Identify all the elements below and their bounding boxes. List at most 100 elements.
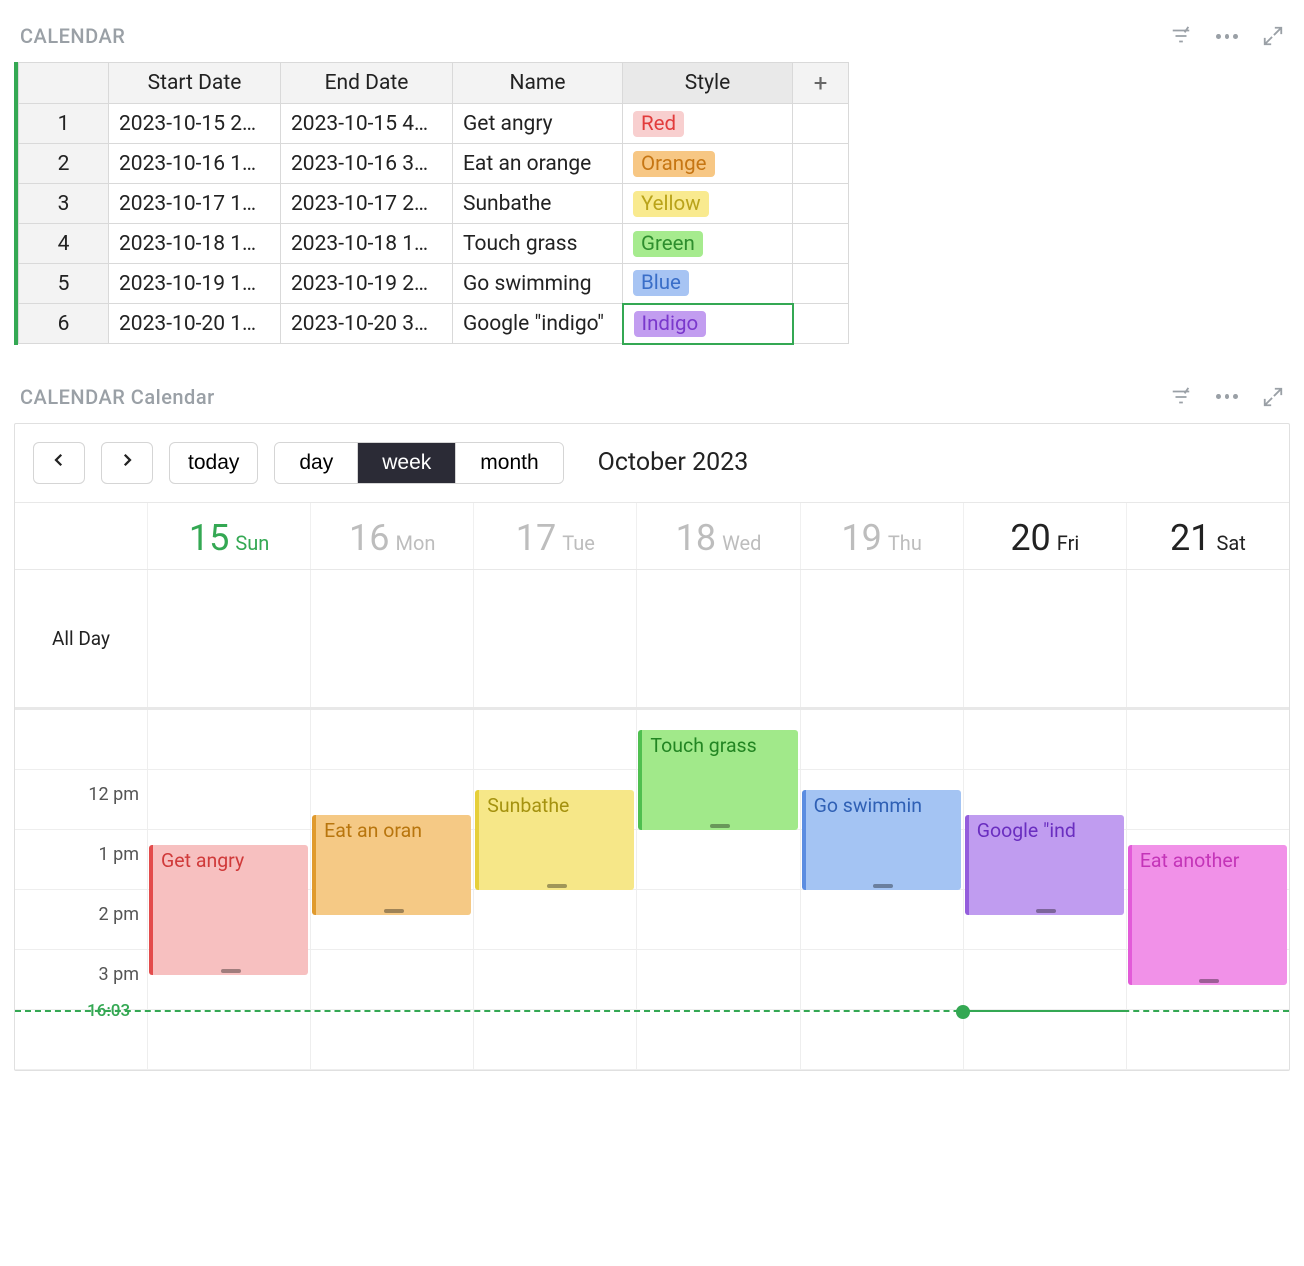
day-header[interactable]: 18Wed <box>636 503 799 569</box>
day-header[interactable]: 17Tue <box>473 503 636 569</box>
day-number: 17 <box>516 517 556 559</box>
cell-start[interactable]: 2023-10-16 1… <box>109 144 281 184</box>
day-column[interactable]: Go swimmin <box>800 710 963 1070</box>
cell-end[interactable]: 2023-10-18 1… <box>281 224 453 264</box>
table-row[interactable]: 52023-10-19 1…2023-10-19 2…Go swimmingBl… <box>19 264 849 304</box>
col-header-start[interactable]: Start Date <box>109 63 281 104</box>
time-grid[interactable]: 12 pm1 pm2 pm3 pmGet angryEat an oranSun… <box>15 710 1289 1070</box>
day-column[interactable]: Google "ind <box>963 710 1126 1070</box>
filter-icon[interactable] <box>1170 386 1192 408</box>
style-tag: Red <box>633 111 684 137</box>
resize-handle-icon[interactable] <box>1132 979 1287 983</box>
calendar-event[interactable]: Touch grass <box>638 730 797 830</box>
table-row[interactable]: 12023-10-15 2…2023-10-15 4…Get angry Red <box>19 104 849 144</box>
style-tag: Blue <box>633 270 689 296</box>
data-table[interactable]: Start Date End Date Name Style + 12023-1… <box>18 62 849 345</box>
day-column[interactable]: Get angry <box>147 710 310 1070</box>
cell-start[interactable]: 2023-10-18 1… <box>109 224 281 264</box>
col-header-style[interactable]: Style <box>623 63 793 104</box>
cell-style[interactable]: Yellow <box>623 184 793 224</box>
cell-start[interactable]: 2023-10-15 2… <box>109 104 281 144</box>
row-number: 3 <box>19 184 109 224</box>
day-column[interactable]: Touch grass <box>636 710 799 1070</box>
table-row[interactable]: 62023-10-20 1…2023-10-20 3…Google "indig… <box>19 304 849 344</box>
all-day-cell[interactable] <box>147 570 310 707</box>
view-day[interactable]: day <box>275 443 358 483</box>
cell-name[interactable]: Get angry <box>453 104 623 144</box>
current-time-line-solid <box>963 1010 1126 1012</box>
cell-start[interactable]: 2023-10-20 1… <box>109 304 281 344</box>
day-number: 16 <box>349 517 389 559</box>
cell-style[interactable]: Indigo <box>623 304 793 344</box>
cell-end[interactable]: 2023-10-20 3… <box>281 304 453 344</box>
all-day-cell[interactable] <box>800 570 963 707</box>
expand-icon[interactable] <box>1262 386 1284 408</box>
col-header-end[interactable]: End Date <box>281 63 453 104</box>
calendar-event[interactable]: Sunbathe <box>475 790 634 890</box>
view-month[interactable]: month <box>456 443 562 483</box>
cell-style[interactable]: Blue <box>623 264 793 304</box>
all-day-cell[interactable] <box>473 570 636 707</box>
cell-name[interactable]: Eat an orange <box>453 144 623 184</box>
cell-name[interactable]: Google "indigo" <box>453 304 623 344</box>
resize-handle-icon[interactable] <box>806 884 961 888</box>
calendar-event[interactable]: Google "ind <box>965 815 1124 915</box>
calendar-event[interactable]: Eat an oran <box>312 815 471 915</box>
cell-name[interactable]: Sunbathe <box>453 184 623 224</box>
table-row[interactable]: 42023-10-18 1…2023-10-18 1…Touch grassGr… <box>19 224 849 264</box>
all-day-cell[interactable] <box>636 570 799 707</box>
more-icon[interactable] <box>1216 386 1238 408</box>
event-title: Get angry <box>161 849 244 872</box>
expand-icon[interactable] <box>1262 25 1284 47</box>
calendar-widget-title: CALENDAR Calendar <box>20 385 1170 409</box>
cell-end[interactable]: 2023-10-19 2… <box>281 264 453 304</box>
day-header[interactable]: 15Sun <box>147 503 310 569</box>
cell-end[interactable]: 2023-10-15 4… <box>281 104 453 144</box>
add-column-button[interactable]: + <box>793 63 849 104</box>
event-title: Google "ind <box>977 819 1076 842</box>
day-header[interactable]: 21Sat <box>1126 503 1289 569</box>
resize-handle-icon[interactable] <box>316 909 471 913</box>
cell-style[interactable]: Red <box>623 104 793 144</box>
cell-end[interactable]: 2023-10-16 3… <box>281 144 453 184</box>
day-header[interactable]: 20Fri <box>963 503 1126 569</box>
resize-handle-icon[interactable] <box>642 824 797 828</box>
resize-handle-icon[interactable] <box>479 884 634 888</box>
view-week[interactable]: week <box>358 443 456 483</box>
day-header[interactable]: 19Thu <box>800 503 963 569</box>
col-header-name[interactable]: Name <box>453 63 623 104</box>
cell-start[interactable]: 2023-10-19 1… <box>109 264 281 304</box>
calendar-event[interactable]: Go swimmin <box>802 790 961 890</box>
today-button[interactable]: today <box>169 442 258 484</box>
calendar-container: today day week month October 2023 15Sun1… <box>14 423 1290 1071</box>
table-row[interactable]: 22023-10-16 1…2023-10-16 3…Eat an orange… <box>19 144 849 184</box>
all-day-cell[interactable] <box>963 570 1126 707</box>
day-header[interactable]: 16Mon <box>310 503 473 569</box>
cell-style[interactable]: Green <box>623 224 793 264</box>
next-button[interactable] <box>101 442 153 484</box>
day-label: Fri <box>1057 531 1079 555</box>
all-day-cell[interactable] <box>1126 570 1289 707</box>
more-icon[interactable] <box>1216 25 1238 47</box>
cell-name[interactable]: Touch grass <box>453 224 623 264</box>
cell-name[interactable]: Go swimming <box>453 264 623 304</box>
prev-button[interactable] <box>33 442 85 484</box>
cell-start[interactable]: 2023-10-17 1… <box>109 184 281 224</box>
filter-icon[interactable] <box>1170 25 1192 47</box>
table-row[interactable]: 32023-10-17 1…2023-10-17 2…Sunbathe Yello… <box>19 184 849 224</box>
day-column[interactable]: Sunbathe <box>473 710 636 1070</box>
resize-handle-icon[interactable] <box>969 909 1124 913</box>
day-header-row: 15Sun16Mon17Tue18Wed19Thu20Fri21Sat <box>15 503 1289 570</box>
day-column[interactable]: Eat another <box>1126 710 1289 1070</box>
style-tag: Yellow <box>633 191 709 217</box>
resize-handle-icon[interactable] <box>153 969 308 973</box>
row-number: 1 <box>19 104 109 144</box>
calendar-event[interactable]: Eat another <box>1128 845 1287 985</box>
cell-end[interactable]: 2023-10-17 2… <box>281 184 453 224</box>
time-label <box>15 710 147 770</box>
cell-style[interactable]: Orange <box>623 144 793 184</box>
all-day-cell[interactable] <box>310 570 473 707</box>
calendar-event[interactable]: Get angry <box>149 845 308 975</box>
day-number: 21 <box>1170 517 1210 559</box>
day-column[interactable]: Eat an oran <box>310 710 473 1070</box>
